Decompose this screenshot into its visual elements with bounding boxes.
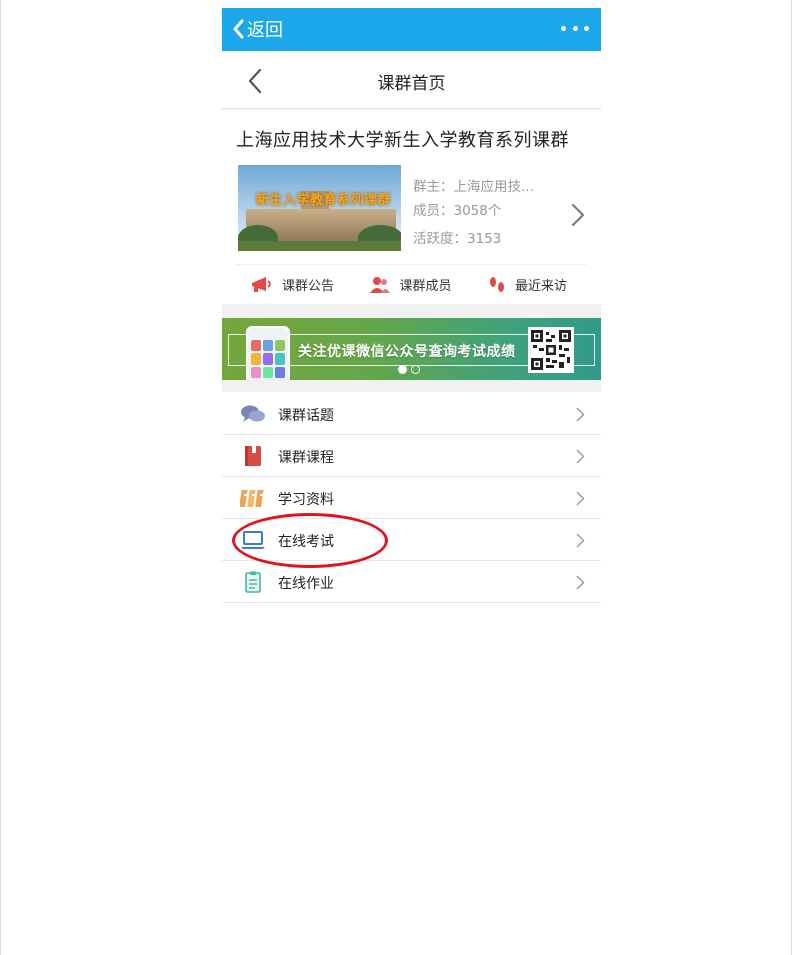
top-nav-bar: 返回	[222, 8, 601, 51]
group-owner: 群主：上海应用技...	[413, 179, 534, 195]
book-icon	[245, 446, 261, 466]
members-icon	[370, 276, 391, 293]
chevron-right-icon	[572, 204, 584, 226]
chevron-left-icon	[233, 19, 244, 39]
chevron-right-icon	[576, 407, 585, 422]
megaphone-icon	[252, 276, 271, 292]
members-label: 课群成员	[399, 279, 452, 294]
more-dots-icon[interactable]	[561, 18, 589, 38]
menu-item-label: 学习资料	[278, 492, 334, 508]
group-menu-list: 课群话题 课群课程 学习资料 在线考试 在线作业	[222, 393, 601, 603]
chevron-right-icon	[576, 449, 585, 464]
group-activity: 活跃度：3153	[413, 231, 502, 247]
announcement-button[interactable]: 课群公告	[250, 275, 334, 294]
chat-bubbles-icon	[241, 405, 265, 422]
group-thumbnail: 新生入学教育系列课群	[238, 165, 401, 251]
group-members-count: 成员：3058个	[413, 203, 502, 219]
group-title: 上海应用技术大学新生入学教育系列课群	[236, 130, 569, 151]
phone-screen: 返回 课群首页 上海应用技术大学新生入学教育系列课群 新生入学教育系列课群 群主…	[222, 8, 601, 604]
chevron-right-icon	[576, 533, 585, 548]
carousel-dots	[398, 365, 420, 374]
carousel-dot[interactable]	[411, 365, 420, 374]
chevron-right-icon	[576, 491, 585, 506]
back-button[interactable]: 返回	[232, 15, 283, 43]
recent-visitors-label: 最近来访	[514, 279, 567, 294]
announcement-label: 课群公告	[282, 279, 335, 294]
menu-item-label: 在线作业	[278, 576, 334, 592]
section-divider	[222, 380, 601, 392]
menu-item-topics[interactable]: 课群话题	[222, 393, 601, 435]
footprints-icon	[489, 276, 504, 292]
laptop-icon	[241, 531, 265, 549]
recent-visitors-button[interactable]: 最近来访	[487, 275, 567, 295]
page-header: 课群首页	[222, 51, 601, 109]
menu-item-label: 课群话题	[278, 408, 334, 424]
promo-banner[interactable]: 关注优课微信公众号查询考试成绩	[222, 318, 601, 380]
members-button[interactable]: 课群成员	[369, 275, 452, 294]
section-divider	[222, 304, 601, 318]
menu-item-label: 在线考试	[278, 534, 334, 550]
clipboard-icon	[245, 571, 261, 593]
menu-item-online-homework[interactable]: 在线作业	[222, 561, 601, 603]
qr-code-icon	[528, 327, 574, 373]
carousel-dot[interactable]	[398, 365, 407, 374]
thumbnail-caption: 新生入学教育系列课群	[256, 193, 392, 208]
group-info-card[interactable]: 新生入学教育系列课群 群主：上海应用技... 成员：3058个 活跃度：3153	[236, 165, 587, 263]
chevron-right-icon	[576, 575, 585, 590]
phone-illustration	[246, 326, 290, 380]
page-title: 课群首页	[377, 74, 446, 94]
menu-item-label: 课群课程	[278, 450, 334, 466]
binders-icon	[240, 490, 264, 507]
banner-text: 关注优课微信公众号查询考试成绩	[298, 344, 516, 360]
group-actions-bar: 课群公告 课群成员 最近来访	[236, 264, 587, 304]
menu-item-materials[interactable]: 学习资料	[222, 477, 601, 519]
menu-item-courses[interactable]: 课群课程	[222, 435, 601, 477]
back-button-label: 返回	[247, 20, 283, 41]
menu-item-online-exam[interactable]: 在线考试	[222, 519, 601, 561]
